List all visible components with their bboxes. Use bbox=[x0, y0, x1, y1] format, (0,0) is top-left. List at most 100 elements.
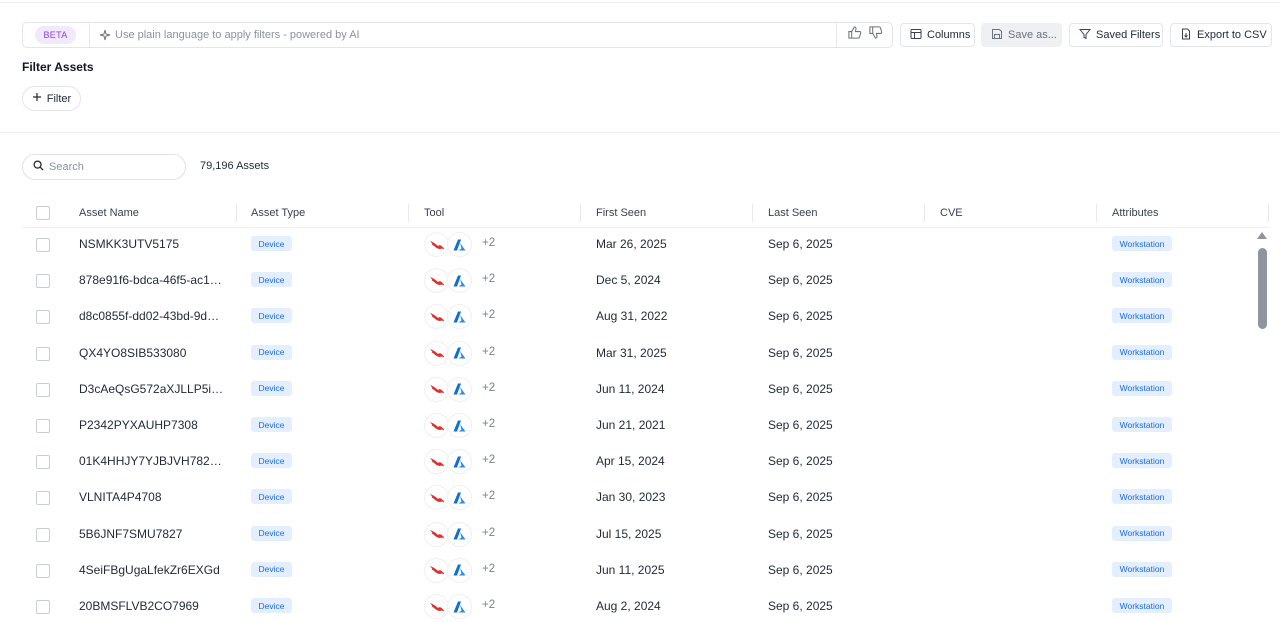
row-checkbox[interactable] bbox=[36, 455, 50, 470]
header-asset-name[interactable]: Asset Name bbox=[79, 207, 139, 219]
attribute-badge: Workstation bbox=[1112, 598, 1172, 613]
column-divider[interactable] bbox=[1268, 204, 1269, 222]
row-checkbox[interactable] bbox=[36, 419, 50, 433]
asset-name[interactable]: 878e91f6-bdca-46f5-ac1… bbox=[79, 273, 229, 287]
more-tools-count[interactable]: +2 bbox=[482, 527, 495, 539]
more-tools-count[interactable]: +2 bbox=[482, 599, 495, 611]
asset-name[interactable]: QX4YO8SIB533080 bbox=[79, 346, 229, 360]
save-as-button[interactable]: Save as... bbox=[981, 23, 1062, 47]
column-divider[interactable] bbox=[580, 204, 581, 222]
header-first-seen[interactable]: First Seen bbox=[596, 207, 646, 219]
row-checkbox[interactable] bbox=[36, 346, 50, 361]
more-tools-count[interactable]: +2 bbox=[482, 309, 495, 321]
azure-icon bbox=[447, 376, 472, 402]
ai-filter-bar: BETA bbox=[22, 22, 893, 48]
more-tools-count[interactable]: +2 bbox=[482, 273, 495, 285]
row-checkbox[interactable] bbox=[36, 600, 50, 614]
first-seen: Dec 5, 2024 bbox=[596, 273, 661, 288]
table-row[interactable]: P2342PYXAUHP7308 Device +2 Jun 21, 2021 Sep … bbox=[22, 408, 1258, 444]
table-row[interactable]: 01K4HHJY7YJBJVH782… Device +2 Apr 15, 2024 S… bbox=[22, 444, 1258, 480]
table-row[interactable]: 878e91f6-bdca-46f5-ac1… Device +2 Dec 5, 20… bbox=[22, 263, 1258, 299]
table-row[interactable]: NSMKK3UTV5175 Device +2 Mar 26, 2025 Sep 6, … bbox=[22, 227, 1258, 263]
row-checkbox[interactable] bbox=[36, 527, 50, 542]
row-checkbox[interactable] bbox=[36, 491, 50, 506]
header-cve[interactable]: CVE bbox=[940, 207, 963, 219]
table-row[interactable]: VLNITA4P4708 Device +2 Jan 30, 2023 Sep 6, 2… bbox=[22, 480, 1258, 516]
attribute-badge: Workstation bbox=[1112, 308, 1172, 324]
attribute-badge: Workstation bbox=[1112, 380, 1172, 396]
row-checkbox[interactable] bbox=[36, 274, 50, 289]
last-seen: Sep 6, 2025 bbox=[768, 381, 833, 396]
table-row[interactable]: QX4YO8SIB533080 Device +2 Mar 31, 2025 Sep 6… bbox=[22, 336, 1258, 372]
columns-button[interactable]: Columns bbox=[900, 23, 975, 47]
header-attributes[interactable]: Attributes bbox=[1112, 207, 1158, 219]
saved-filters-button[interactable]: Saved Filters bbox=[1069, 23, 1163, 47]
table-row[interactable]: 20BMSFLVB2CO7969 Device +2 Aug 2, 2024 Sep 6… bbox=[22, 589, 1258, 622]
more-tools-count[interactable]: +2 bbox=[482, 563, 495, 575]
divider bbox=[89, 23, 90, 47]
top-border bbox=[0, 2, 1280, 3]
header-tool[interactable]: Tool bbox=[424, 207, 444, 219]
azure-icon bbox=[447, 521, 472, 547]
azure-icon bbox=[447, 449, 472, 475]
table-row[interactable]: 4SeiFBgUgaLfekZr6EXGd Device +2 Jun 11, 202… bbox=[22, 553, 1258, 589]
column-divider[interactable] bbox=[1096, 204, 1097, 222]
saved-filters-label: Saved Filters bbox=[1096, 29, 1161, 41]
column-divider[interactable] bbox=[924, 204, 925, 222]
asset-name[interactable]: d8c0855f-dd02-43bd-9d… bbox=[79, 309, 229, 323]
asset-name[interactable]: VLNITA4P4708 bbox=[79, 490, 229, 504]
more-tools-count[interactable]: +2 bbox=[482, 454, 495, 466]
first-seen: Aug 2, 2024 bbox=[596, 599, 661, 613]
header-asset-type[interactable]: Asset Type bbox=[251, 207, 305, 219]
row-checkbox[interactable] bbox=[36, 382, 50, 397]
asset-name[interactable]: 20BMSFLVB2CO7969 bbox=[79, 599, 229, 613]
asset-type-badge: Device bbox=[251, 598, 292, 613]
row-checkbox[interactable] bbox=[36, 563, 50, 578]
more-tools-count[interactable]: +2 bbox=[482, 346, 495, 358]
falcon-icon bbox=[424, 521, 449, 547]
falcon-icon bbox=[424, 340, 449, 366]
row-checkbox[interactable] bbox=[36, 310, 50, 325]
falcon-icon bbox=[424, 232, 449, 257]
row-checkbox[interactable] bbox=[36, 238, 50, 252]
column-divider[interactable] bbox=[236, 204, 237, 222]
asset-name[interactable]: NSMKK3UTV5175 bbox=[79, 237, 229, 251]
last-seen: Sep 6, 2025 bbox=[768, 562, 833, 577]
search-input[interactable] bbox=[49, 161, 169, 173]
ai-filter-input[interactable] bbox=[115, 29, 836, 41]
thumbs-down-icon[interactable] bbox=[868, 25, 883, 45]
asset-name[interactable]: 4SeiFBgUgaLfekZr6EXGd bbox=[79, 563, 229, 577]
asset-type-badge: Device bbox=[251, 236, 292, 251]
more-tools-count[interactable]: +2 bbox=[482, 237, 495, 249]
header-last-seen[interactable]: Last Seen bbox=[768, 207, 818, 219]
table-row[interactable]: d8c0855f-dd02-43bd-9d… Device +2 Aug 31, 20… bbox=[22, 299, 1258, 335]
more-tools-count[interactable]: +2 bbox=[482, 418, 495, 430]
scroll-up-arrow[interactable] bbox=[1257, 232, 1267, 239]
search-box[interactable] bbox=[22, 154, 186, 180]
first-seen: Aug 31, 2022 bbox=[596, 309, 668, 324]
table-row[interactable]: D3cAeQsG572aXJLLP5i… Device +2 Jun 11, 2024… bbox=[22, 372, 1258, 408]
asset-name[interactable]: D3cAeQsG572aXJLLP5i… bbox=[79, 382, 229, 396]
attribute-badge: Workstation bbox=[1112, 272, 1172, 288]
add-filter-button[interactable]: Filter bbox=[22, 86, 81, 111]
thumbs-up-icon[interactable] bbox=[847, 25, 862, 45]
table-row[interactable]: 5B6JNF7SMU7827 Device +2 Jul 15, 2025 Sep 6,… bbox=[22, 517, 1258, 553]
save-icon bbox=[991, 28, 1003, 43]
last-seen: Sep 6, 2025 bbox=[768, 345, 833, 360]
scrollbar-thumb[interactable] bbox=[1258, 248, 1267, 329]
asset-type-badge: Device bbox=[251, 453, 292, 469]
last-seen: Sep 6, 2025 bbox=[768, 526, 833, 541]
asset-name[interactable]: P2342PYXAUHP7308 bbox=[79, 418, 229, 432]
export-csv-button[interactable]: Export to CSV bbox=[1170, 23, 1272, 47]
attribute-badge: Workstation bbox=[1112, 525, 1172, 541]
more-tools-count[interactable]: +2 bbox=[482, 382, 495, 394]
last-seen: Sep 6, 2025 bbox=[768, 237, 833, 251]
asset-type-badge: Device bbox=[251, 561, 292, 577]
select-all-checkbox[interactable] bbox=[36, 206, 50, 220]
asset-name[interactable]: 5B6JNF7SMU7827 bbox=[79, 527, 229, 541]
column-divider[interactable] bbox=[408, 204, 409, 222]
more-tools-count[interactable]: +2 bbox=[482, 490, 495, 502]
azure-icon bbox=[447, 340, 472, 366]
column-divider[interactable] bbox=[752, 204, 753, 222]
asset-name[interactable]: 01K4HHJY7YJBJVH782… bbox=[79, 454, 229, 468]
